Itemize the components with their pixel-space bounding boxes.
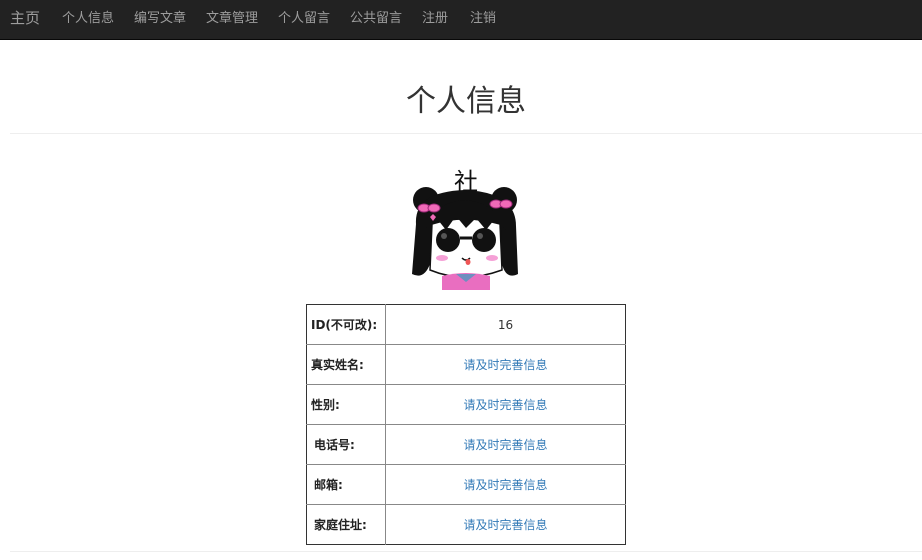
nav-item-profile[interactable]: 个人信息: [62, 0, 114, 39]
table-row: 真实姓名: 请及时完善信息: [306, 344, 626, 385]
table-row: ID(不可改): 16: [306, 304, 626, 345]
row-value-link[interactable]: 请及时完善信息: [385, 344, 626, 385]
row-value-link[interactable]: 请及时完善信息: [385, 464, 626, 505]
row-value-link[interactable]: 请及时完善信息: [385, 424, 626, 465]
title-divider: [10, 133, 922, 134]
top-navbar: 主页 个人信息 编写文章 文章管理 个人留言 公共留言 注册 注销: [0, 0, 922, 40]
row-label: ID(不可改):: [306, 304, 386, 345]
nav-item-personal-messages[interactable]: 个人留言: [278, 0, 330, 39]
nav-brand-home[interactable]: 主页: [10, 0, 40, 39]
bottom-divider: [10, 551, 922, 552]
row-value-link[interactable]: 请及时完善信息: [385, 504, 626, 545]
nav-item-logout[interactable]: 注销: [470, 0, 496, 39]
nav-item-register[interactable]: 注册: [422, 0, 448, 39]
row-label: 真实姓名:: [306, 344, 386, 385]
row-label: 邮箱:: [306, 464, 386, 505]
nav-item-write-article[interactable]: 编写文章: [134, 0, 186, 39]
table-row: 邮箱: 请及时完善信息: [306, 464, 626, 505]
profile-table: ID(不可改): 16 真实姓名: 请及时完善信息 性别: 请及时完善信息 电话…: [306, 304, 626, 545]
row-value-link[interactable]: 请及时完善信息: [385, 384, 626, 425]
page-title: 个人信息: [406, 84, 526, 119]
nav-item-public-messages[interactable]: 公共留言: [350, 0, 402, 39]
cartoon-girl-sunglasses-icon: [412, 187, 518, 290]
row-value: 16: [385, 304, 626, 345]
row-label: 电话号:: [306, 424, 386, 465]
table-row: 电话号: 请及时完善信息: [306, 424, 626, 465]
nav-item-article-manage[interactable]: 文章管理: [206, 0, 258, 39]
row-label: 家庭住址:: [306, 504, 386, 545]
row-label: 性别:: [306, 384, 386, 425]
avatar: 社会: [406, 160, 526, 290]
table-row: 家庭住址: 请及时完善信息: [306, 504, 626, 545]
table-row: 性别: 请及时完善信息: [306, 384, 626, 425]
